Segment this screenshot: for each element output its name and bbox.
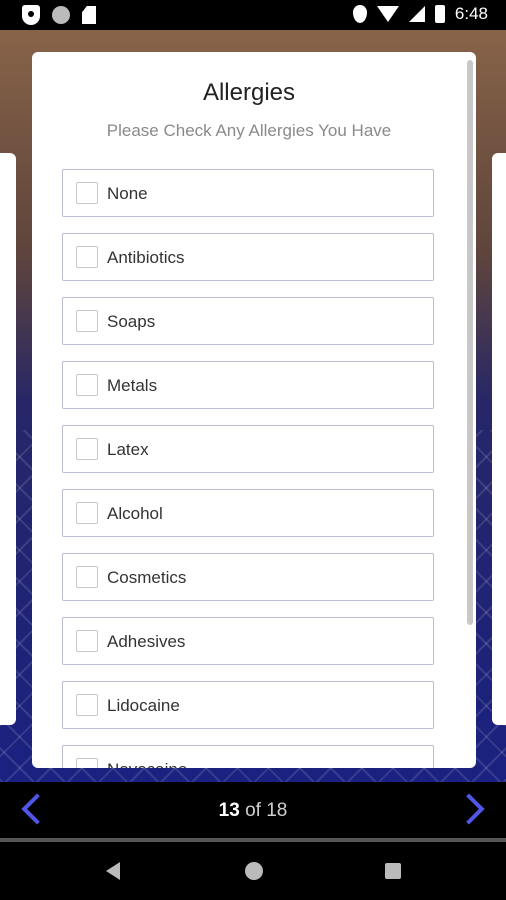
total-pages: 18 (266, 800, 288, 821)
option-latex[interactable]: Latex (62, 425, 434, 473)
checkbox[interactable] (76, 566, 98, 588)
checkbox[interactable] (76, 374, 98, 396)
option-novocaine[interactable]: Novocaine (62, 745, 434, 768)
allergies-card: Allergies Please Check Any Allergies You… (32, 52, 476, 768)
previous-card-edge[interactable] (0, 153, 16, 725)
checkbox[interactable] (76, 246, 98, 268)
option-label: Latex (107, 440, 149, 459)
page-navigation-bar: 13 of 18 (0, 782, 506, 838)
option-metals[interactable]: Metals (62, 361, 434, 409)
option-label: Adhesives (107, 632, 186, 651)
checkbox[interactable] (76, 310, 98, 332)
option-label: Lidocaine (107, 696, 180, 715)
option-label: Antibiotics (107, 248, 185, 267)
checkbox[interactable] (76, 758, 98, 768)
page-separator: of (239, 800, 267, 821)
next-card-edge[interactable] (492, 153, 506, 725)
checkbox[interactable] (76, 502, 98, 524)
wifi-icon (376, 6, 399, 22)
checkbox[interactable] (76, 694, 98, 716)
option-label: None (107, 184, 148, 203)
circle-icon (52, 6, 70, 24)
shield-icon (22, 5, 40, 25)
system-navigation-bar (0, 842, 506, 900)
location-icon (352, 5, 367, 23)
option-antibiotics[interactable]: Antibiotics (62, 233, 434, 281)
signal-icon (408, 6, 425, 22)
status-bar: 6:48 (0, 0, 506, 30)
checkbox[interactable] (76, 630, 98, 652)
option-soaps[interactable]: Soaps (62, 297, 434, 345)
option-label: Metals (107, 376, 158, 395)
checkbox[interactable] (76, 438, 98, 460)
option-label: Soaps (107, 312, 156, 331)
option-label: Cosmetics (107, 568, 187, 587)
back-icon[interactable] (106, 862, 120, 880)
clock: 6:48 (454, 4, 488, 23)
page-indicator: 13 of 18 (0, 800, 506, 822)
option-label: Novocaine (107, 760, 187, 768)
battery-icon (434, 5, 445, 23)
current-page: 13 (218, 800, 240, 821)
option-cosmetics[interactable]: Cosmetics (62, 553, 434, 601)
card-subtitle: Please Check Any Allergies You Have (106, 121, 392, 140)
option-adhesives[interactable]: Adhesives (62, 617, 434, 665)
checkbox[interactable] (76, 182, 98, 204)
option-lidocaine[interactable]: Lidocaine (62, 681, 434, 729)
recents-icon[interactable] (385, 863, 401, 879)
allergy-options-list: None Antibiotics Soaps Metals Latex Alco… (62, 169, 434, 768)
scrollbar[interactable] (467, 60, 473, 625)
card-title: Allergies (202, 79, 296, 106)
sdcard-icon (82, 6, 96, 24)
home-icon[interactable] (245, 862, 263, 880)
option-label: Alcohol (107, 504, 163, 523)
option-none[interactable]: None (62, 169, 434, 217)
option-alcohol[interactable]: Alcohol (62, 489, 434, 537)
